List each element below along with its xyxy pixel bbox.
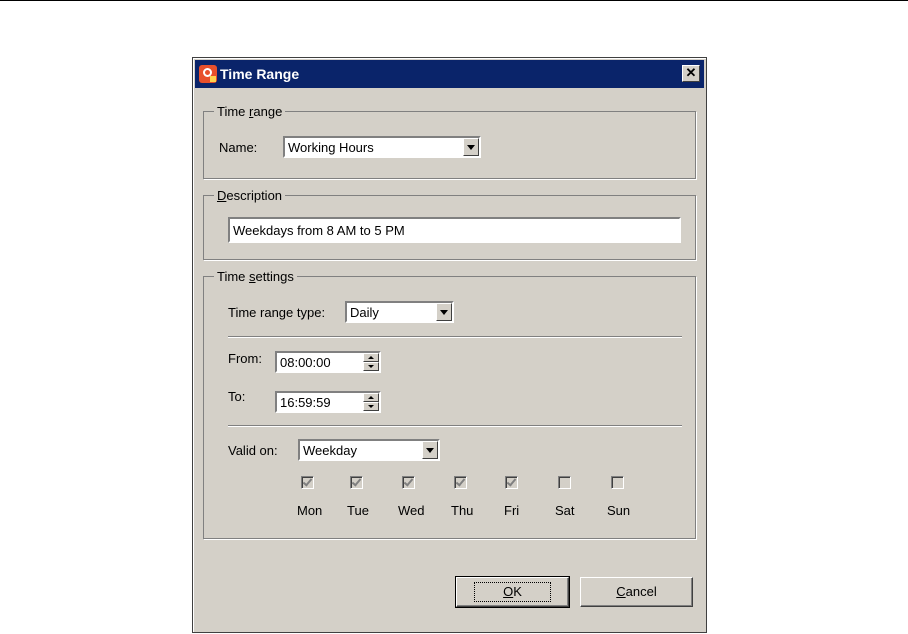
time-range-type-value: Daily — [350, 305, 379, 320]
ok-button-label: OK — [474, 582, 551, 602]
chevron-down-icon[interactable] — [422, 441, 438, 459]
day-label-tue: Tue — [347, 503, 369, 518]
separator — [228, 336, 682, 338]
checkbox-sat[interactable] — [558, 476, 571, 489]
spin-down-icon[interactable] — [363, 402, 379, 411]
close-button[interactable]: ✕ — [682, 65, 700, 82]
day-label-fri: Fri — [504, 503, 520, 518]
checkbox-sun[interactable] — [611, 476, 624, 489]
valid-on-value: Weekday — [303, 443, 357, 458]
chevron-down-icon[interactable] — [436, 303, 452, 321]
spin-down-icon[interactable] — [363, 362, 379, 371]
time-settings-legend: Time settings — [217, 269, 294, 284]
name-dropdown-value: Working Hours — [288, 140, 374, 155]
checkbox-fri[interactable] — [505, 476, 518, 489]
valid-on-label: Valid on: — [228, 443, 278, 458]
separator — [228, 425, 682, 427]
description-input[interactable]: Weekdays from 8 AM to 5 PM — [228, 217, 681, 243]
day-label-thu: Thu — [451, 503, 474, 518]
description-legend: Description — [217, 188, 283, 203]
spin-up-icon[interactable] — [363, 393, 379, 402]
checkbox-mon[interactable] — [301, 476, 314, 489]
checkbox-tue[interactable] — [350, 476, 363, 489]
day-label-wed: Wed — [398, 503, 425, 518]
close-icon: ✕ — [685, 65, 697, 80]
time-range-type-dropdown[interactable]: Daily — [345, 301, 454, 323]
to-time-value: 16:59:59 — [280, 395, 331, 410]
app-icon — [199, 65, 217, 83]
day-label-mon: Mon — [297, 503, 323, 518]
title-bar[interactable]: Time Range ✕ — [195, 60, 704, 88]
cancel-button[interactable]: Cancel — [580, 577, 693, 607]
dialog-title: Time Range — [220, 66, 300, 82]
from-time-value: 08:00:00 — [280, 355, 331, 370]
from-label: From: — [228, 351, 262, 366]
to-label: To: — [228, 389, 246, 404]
checkbox-wed[interactable] — [402, 476, 415, 489]
ok-button[interactable]: OK — [455, 576, 570, 608]
valid-on-dropdown[interactable]: Weekday — [298, 439, 440, 461]
chevron-down-icon[interactable] — [463, 138, 479, 156]
day-label-sun: Sun — [607, 503, 631, 518]
cancel-button-label: Cancel — [616, 584, 657, 599]
top-border-line — [0, 0, 908, 1]
to-time-spinner[interactable]: 16:59:59 — [275, 391, 381, 413]
time-range-legend: Time range — [217, 104, 283, 119]
description-value: Weekdays from 8 AM to 5 PM — [233, 223, 405, 238]
checkbox-thu[interactable] — [454, 476, 467, 489]
time-range-dialog: Time Range ✕ Time range Name: Working Ho… — [192, 57, 707, 633]
day-label-sat: Sat — [555, 503, 575, 518]
spin-up-icon[interactable] — [363, 353, 379, 362]
name-dropdown[interactable]: Working Hours — [283, 136, 481, 158]
time-range-type-label: Time range type: — [228, 305, 326, 320]
name-label: Name: — [219, 140, 258, 155]
from-time-spinner[interactable]: 08:00:00 — [275, 351, 381, 373]
